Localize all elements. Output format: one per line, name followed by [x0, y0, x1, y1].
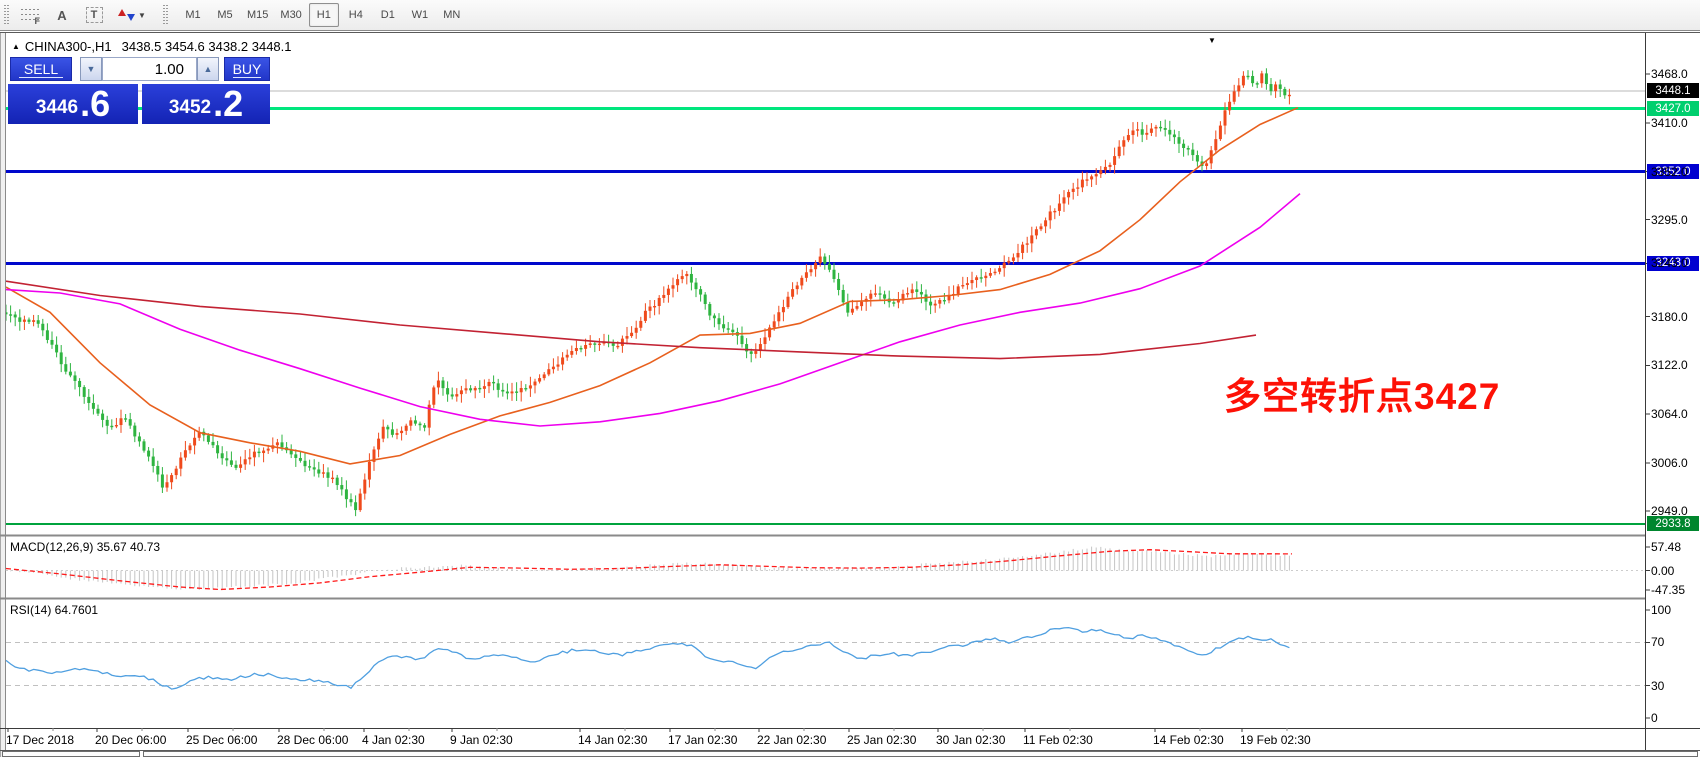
buy-price-main: 3452 — [169, 95, 211, 121]
price-badge-3448.1: 3448.1 — [1647, 83, 1699, 98]
macd-histogram — [6, 547, 1289, 590]
chart-title: ▲ CHINA300-,H1 3438.5 3454.6 3438.2 3448.1 — [12, 39, 292, 54]
sell-button[interactable]: SELL — [10, 57, 72, 81]
price-tick-label: 3006.0 — [1651, 456, 1699, 470]
time-axis-label: 11 Feb 02:30 — [1023, 733, 1093, 747]
price-tick-label: 3180.0 — [1651, 310, 1699, 324]
price-tick-label: 3064.0 — [1651, 407, 1699, 421]
macd-tick-label: -47.35 — [1651, 583, 1699, 597]
price-tick-label: 2949.0 — [1651, 504, 1699, 518]
price-marker-lines — [6, 91, 1645, 524]
chart-text-annotation: 多空转折点3427 — [1224, 366, 1500, 420]
time-axis-label: 20 Dec 06:00 — [95, 733, 166, 747]
price-tick-label: 3122.0 — [1651, 358, 1699, 372]
buy-price-pip: .2 — [213, 87, 243, 121]
price-tick-label: 3410.0 — [1651, 116, 1699, 130]
time-axis-label: 22 Jan 02:30 — [757, 733, 826, 747]
time-axis-label: 14 Feb 02:30 — [1153, 733, 1224, 747]
bottom-panel-edge — [143, 751, 1698, 757]
price-badge-3427.0: 3427.0 — [1647, 101, 1699, 116]
volume-decrease-button[interactable]: ▼ — [80, 57, 102, 81]
chart-shift-marker[interactable]: ▼ — [1208, 36, 1216, 45]
trading-platform-window: { "toolbar": { "tools": [ { "name": "fib… — [0, 0, 1700, 757]
rsi-line — [6, 628, 1289, 690]
time-axis-label: 28 Dec 06:00 — [277, 733, 348, 747]
time-axis-label: 30 Jan 02:30 — [936, 733, 1005, 747]
one-click-trading-panel: SELL ▼ ▲ BUY 3446.6 3452.2 — [8, 56, 270, 124]
price-tick-label: 3295.0 — [1651, 213, 1699, 227]
macd-tick-label: 0.00 — [1651, 564, 1699, 578]
symbol-timeframe-label: CHINA300-,H1 — [25, 39, 112, 54]
spinner-down-icon: ▼ — [87, 64, 96, 74]
buy-button[interactable]: BUY — [224, 57, 270, 81]
time-axis-label: 25 Dec 06:00 — [186, 733, 257, 747]
spinner-up-icon: ▲ — [204, 64, 213, 74]
price-tick-label: 3468.0 — [1651, 67, 1699, 81]
time-axis-label: 25 Jan 02:30 — [847, 733, 916, 747]
buy-price-display[interactable]: 3452.2 — [142, 84, 270, 124]
candlestick-series — [5, 68, 1291, 516]
price-tick-label: 3352.0 — [1651, 165, 1699, 179]
time-axis-label: 14 Jan 02:30 — [578, 733, 647, 747]
time-axis-label: 17 Jan 02:30 — [668, 733, 737, 747]
sell-price-display[interactable]: 3446.6 — [8, 84, 138, 124]
price-tick-label: 3243.0 — [1651, 256, 1699, 270]
time-axis-label: 17 Dec 2018 — [6, 733, 74, 747]
sell-price-main: 3446 — [36, 95, 78, 121]
rsi-tick-label: 30 — [1651, 679, 1699, 693]
volume-increase-button[interactable]: ▲ — [197, 57, 219, 81]
bottom-panel-tab — [2, 751, 140, 757]
time-axis-label: 9 Jan 02:30 — [450, 733, 513, 747]
volume-input[interactable] — [102, 57, 197, 81]
macd-indicator-label: MACD(12,26,9) 35.67 40.73 — [10, 540, 160, 554]
rsi-tick-label: 0 — [1651, 711, 1699, 725]
macd-tick-label: 57.48 — [1651, 540, 1699, 554]
ma-medium-magenta — [6, 194, 1300, 426]
ma-fast-orange — [6, 108, 1298, 464]
chart-collapse-icon[interactable]: ▲ — [12, 42, 20, 51]
ma-slow-darkred — [6, 281, 1256, 358]
rsi-tick-label: 70 — [1651, 635, 1699, 649]
sell-price-pip: .6 — [80, 87, 110, 121]
rsi-indicator-label: RSI(14) 64.7601 — [10, 603, 98, 617]
price-badge-2933.8: 2933.8 — [1647, 516, 1699, 531]
ohlc-values: 3438.5 3454.6 3438.2 3448.1 — [122, 39, 292, 54]
rsi-tick-label: 100 — [1651, 603, 1699, 617]
sell-underline — [19, 77, 63, 78]
buy-underline — [233, 77, 261, 78]
time-axis-label: 19 Feb 02:30 — [1240, 733, 1311, 747]
time-axis-label: 4 Jan 02:30 — [362, 733, 425, 747]
